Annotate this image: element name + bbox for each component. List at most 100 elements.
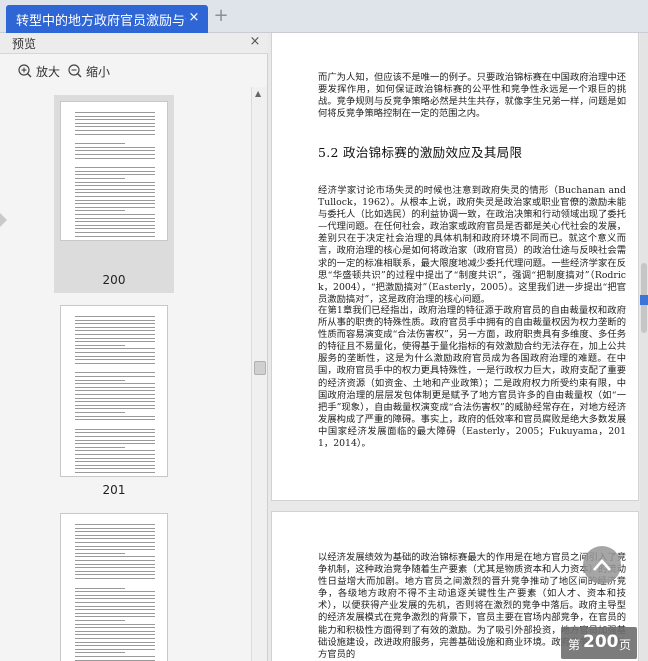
thumbnail-text-line — [75, 196, 155, 197]
thumbnail-text-line — [75, 439, 155, 441]
tab-bar: 转型中的地方政府官员激励与治理 × + — [0, 0, 648, 33]
thumbnail-text-line — [75, 122, 155, 124]
thumbnail-text-line — [75, 428, 155, 430]
scroll-up-icon[interactable]: ▲ — [255, 89, 261, 98]
thumbnail-text-line — [75, 531, 155, 533]
thumbnail-text-line — [75, 408, 155, 410]
thumbnail-text-line — [75, 334, 155, 335]
thumbnail-text-line — [75, 203, 155, 205]
thumbnail-text-line — [75, 394, 155, 395]
thumbnail-list[interactable]: 200 201 — [0, 87, 251, 661]
thumbnail-text-line — [75, 224, 155, 226]
tab-close-icon[interactable]: × — [186, 9, 202, 27]
thumbnail-text-line — [75, 638, 155, 639]
thumbnail-text-line — [75, 319, 155, 321]
thumbnail-item[interactable] — [54, 507, 174, 661]
thumbnail-text-line — [75, 386, 155, 388]
page-thumbnail[interactable] — [60, 101, 168, 241]
paragraph: 经济学家讨论市场失灵的时候也注意到政府失灵的情形（Buchanan and Tu… — [318, 185, 626, 305]
thumbnail-text-line — [75, 372, 155, 374]
page-thumbnail[interactable] — [60, 305, 168, 477]
thumbnail-text-line — [75, 221, 155, 223]
thumbnail-text-line — [75, 185, 155, 187]
thumbnail-text-line — [75, 443, 155, 445]
zoom-in-label: 放大 — [36, 64, 61, 79]
thumbnail-text-line — [75, 143, 125, 145]
thumbnail-text-line — [75, 549, 155, 551]
document-tab[interactable]: 转型中的地方政府官员激励与治理 × — [6, 5, 208, 33]
thumbnail-text-line — [75, 397, 155, 399]
thumbnail-text-line — [75, 376, 155, 377]
thumbnail-text-line — [75, 344, 125, 346]
thumbnail-text-line — [75, 659, 155, 661]
thumbnail-text-line — [75, 157, 155, 159]
thumbnail-text-line — [75, 527, 155, 529]
zoom-toolbar: 放大 缩小 — [0, 54, 268, 86]
zoom-out-button[interactable]: 缩小 — [68, 61, 110, 81]
thumbnail-text-line — [75, 552, 125, 554]
thumbnail-text-line — [75, 461, 155, 463]
page-thumbnail[interactable] — [60, 513, 168, 661]
thumbnail-text-line — [75, 330, 155, 332]
zoom-in-button[interactable]: 放大 — [18, 61, 60, 81]
thumbnail-text-line — [75, 574, 155, 576]
thumbnail-text-line — [75, 436, 155, 437]
thumbnail-text-line — [75, 383, 155, 385]
thumbnail-text-line — [75, 630, 155, 632]
thumbnail-text-line — [75, 316, 155, 317]
thumbnail-text-line — [75, 578, 155, 579]
thumbnail-text-line — [75, 362, 155, 364]
thumbnail-text-line — [75, 348, 155, 350]
panel-close-icon[interactable]: × — [248, 34, 262, 52]
panel-collapse-icon[interactable] — [0, 213, 7, 227]
preview-panel: 预览 × 放大 缩小 200 201 ▲ — [0, 33, 268, 661]
thumbnail-text-line — [75, 472, 155, 473]
thumbnail-text-line — [75, 323, 155, 325]
thumbnail-text-line — [75, 217, 155, 219]
thumbnail-text-line — [75, 419, 155, 421]
thumbnail-text-line — [75, 228, 155, 230]
thumbnail-text-line — [75, 174, 155, 176]
thumbnail-text-line — [75, 446, 125, 448]
thumbnail-text-line — [75, 359, 155, 361]
thumbnail-text-line — [75, 390, 155, 392]
thumbnail-text-line — [75, 612, 155, 614]
thumbnail-text-line — [75, 648, 155, 650]
current-page-number: 200 — [583, 632, 619, 652]
thumbnail-text-line — [75, 616, 155, 618]
thumbnail-page-number: 201 — [102, 483, 126, 497]
thumbnail-text-line — [75, 468, 155, 470]
thumbnail-text-line — [75, 404, 155, 406]
thumbnail-text-line — [75, 656, 155, 657]
thumbnail-text-line — [75, 457, 155, 459]
thumbnail-text-line — [75, 591, 155, 593]
zoom-out-label: 缩小 — [86, 64, 111, 79]
thumbnail-text-line — [75, 401, 155, 403]
thumbnail-scrollbar[interactable]: ▲ — [251, 87, 267, 661]
scrollbar-thumb[interactable] — [254, 361, 266, 375]
thumbnail-text-line — [75, 450, 155, 452]
thumbnail-text-line — [75, 524, 155, 525]
thumbnail-text-line — [75, 181, 155, 183]
thumbnail-text-line — [75, 355, 155, 357]
document-scrollbar[interactable] — [640, 33, 648, 661]
thumbnail-text-line — [75, 199, 155, 201]
thumbnail-page-number: 200 — [102, 273, 126, 287]
thumbnail-text-line — [75, 538, 155, 540]
thumbnail-item[interactable]: 200 — [54, 95, 174, 293]
scroll-position-marker — [640, 295, 648, 305]
back-to-top-button[interactable] — [583, 546, 621, 584]
thumbnail-text-line — [75, 605, 155, 607]
zoom-out-icon — [68, 64, 82, 78]
page-indicator: 第 200 页 — [561, 627, 637, 659]
thumbnail-text-line — [75, 623, 155, 625]
thumbnail-text-line — [75, 609, 155, 611]
section-heading: 5.2 政治锦标赛的激励效应及其局限 — [318, 145, 523, 160]
thumbnail-text-line — [75, 210, 125, 212]
add-tab-icon[interactable]: + — [212, 7, 230, 27]
thumbnail-text-line — [75, 379, 125, 381]
thumbnail-text-line — [75, 652, 125, 654]
thumbnail-text-line — [75, 563, 155, 565]
thumbnail-text-line — [75, 641, 155, 643]
thumbnail-item[interactable]: 201 — [54, 299, 174, 503]
